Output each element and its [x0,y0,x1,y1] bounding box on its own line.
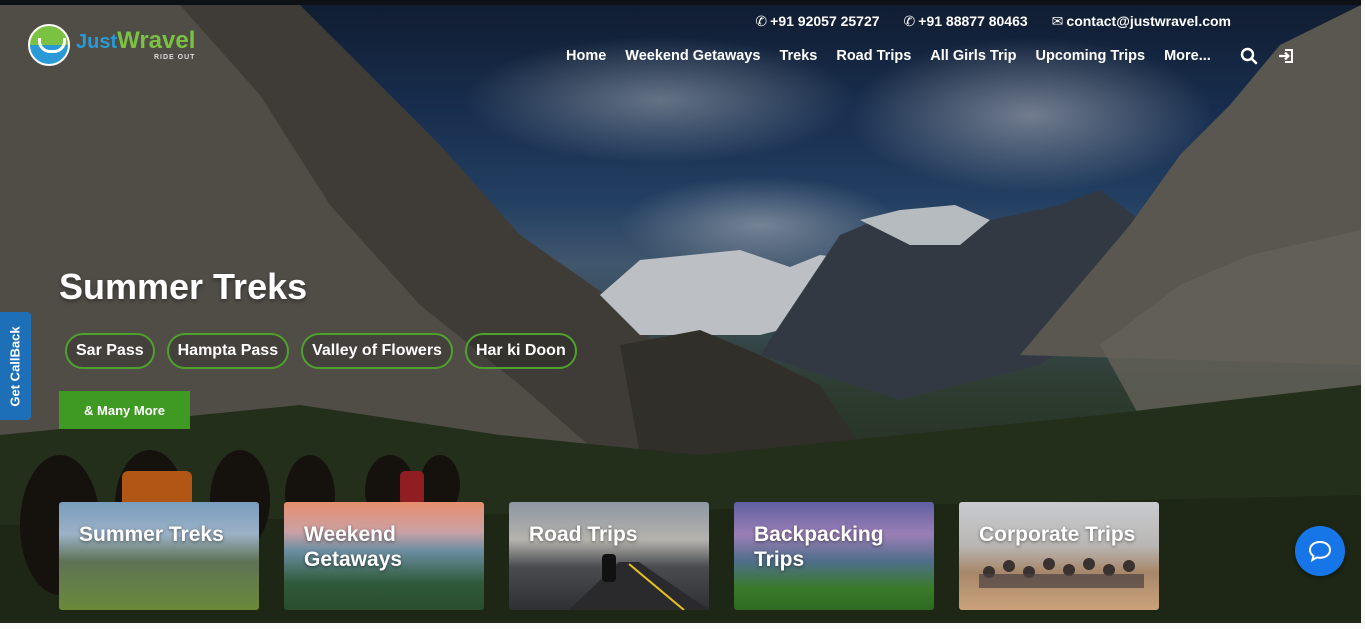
site-logo[interactable]: JustWravel RIDE OUT [28,24,195,66]
search-icon[interactable] [1240,47,1258,70]
logo-just: Just [76,31,118,53]
pill-valley-of-flowers[interactable]: Valley of Flowers [301,333,453,369]
card-backpacking-trips[interactable]: Backpacking Trips [734,502,934,610]
card-road-trips[interactable]: Road Trips [509,502,709,610]
chat-icon [1308,540,1332,562]
page-edge-right [1361,0,1365,629]
phone-link-2[interactable]: ✆ +91 88877 80463 [904,13,1028,30]
category-cards: Summer Treks Weekend Getaways Road Trips… [59,502,1159,610]
nav-item-all-girls-trip[interactable]: All Girls Trip [930,48,1016,64]
contact-bar: ✆ +91 92057 25727 ✆ +91 88877 80463 ✉ conta… [755,13,1231,30]
card-label: Corporate Trips [979,523,1136,546]
nav-item-home[interactable]: Home [566,48,606,64]
card-label: Road Trips [529,523,638,546]
pill-har-ki-doon[interactable]: Har ki Doon [464,333,577,369]
card-summer-treks[interactable]: Summer Treks [59,502,259,610]
phone-icon: ✆ [755,13,768,29]
nav-item-treks[interactable]: Treks [779,48,817,64]
get-callback-tab[interactable]: Get CallBack [0,312,31,420]
page-edge-bottom [0,623,1365,629]
card-label: Backpacking Trips [754,523,884,571]
login-icon[interactable] [1277,47,1295,70]
logo-tagline: RIDE OUT [153,54,196,61]
nav-item-more[interactable]: More... [1164,48,1211,64]
phone-number-1: +91 92057 25727 [770,13,880,29]
main-nav: Home Weekend Getaways Treks Road Trips A… [566,48,1211,64]
road-illustration [569,554,709,610]
logo-wordmark: JustWravel RIDE OUT [76,27,196,62]
phone-icon: ✆ [903,13,916,29]
card-label: Weekend Getaways [304,523,403,571]
trek-pills: Sar Pass Hampta Pass Valley of Flowers H… [65,333,577,369]
card-weekend-getaways[interactable]: Weekend Getaways [284,502,484,610]
logo-icon [28,24,70,66]
mail-icon: ✉ [1051,13,1064,29]
group-illustration [979,558,1144,588]
phone-number-2: +91 88877 80463 [918,13,1028,29]
card-label: Summer Treks [79,523,224,546]
nav-item-road-trips[interactable]: Road Trips [836,48,911,64]
phone-link-1[interactable]: ✆ +91 92057 25727 [755,13,879,30]
hero-title: Summer Treks [59,266,308,307]
nav-item-weekend-getaways[interactable]: Weekend Getaways [625,48,760,64]
logo-wravel: Wravel [117,27,196,54]
email-address: contact@justwravel.com [1066,13,1231,29]
pill-sar-pass[interactable]: Sar Pass [65,333,155,369]
card-corporate-trips[interactable]: Corporate Trips [959,502,1159,610]
chat-button[interactable] [1295,526,1345,576]
pill-hampta-pass[interactable]: Hampta Pass [166,333,290,369]
nav-item-upcoming-trips[interactable]: Upcoming Trips [1036,48,1146,64]
callback-label: Get CallBack [8,325,24,407]
email-link[interactable]: ✉ contact@justwravel.com [1052,13,1231,30]
many-more-button[interactable]: & Many More [59,391,190,429]
